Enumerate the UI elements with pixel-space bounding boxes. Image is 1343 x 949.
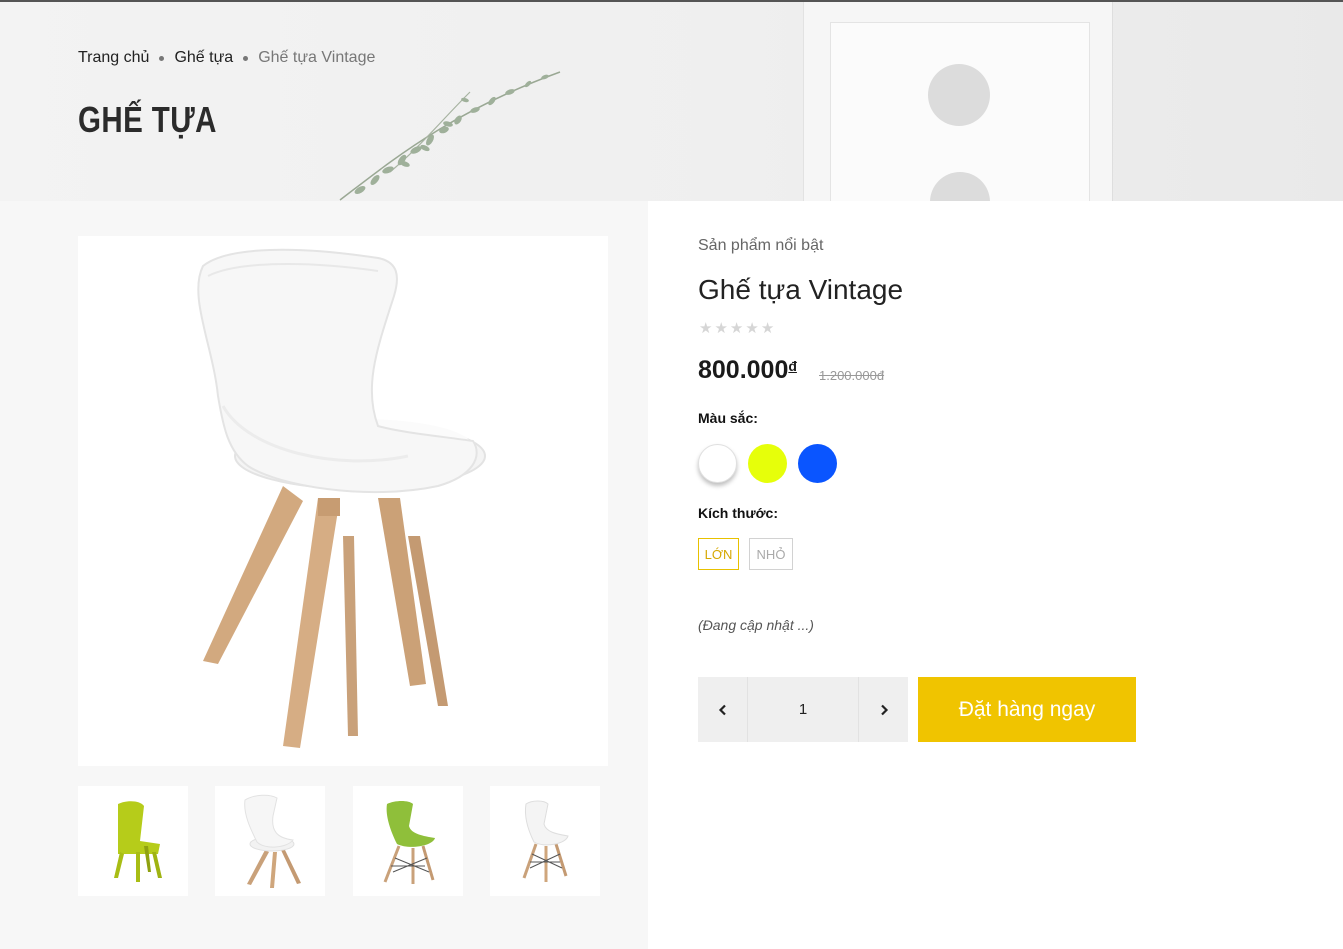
star-icon: ★ [760, 320, 775, 337]
color-swatch-white[interactable] [698, 444, 737, 483]
current-price: 800.000đ [698, 356, 797, 385]
thumbnail-white-chair-wood-legs[interactable] [215, 786, 325, 896]
green-chair-thumbnail [114, 801, 162, 882]
quantity-stepper [698, 677, 908, 742]
chevron-right-icon [880, 704, 888, 715]
page-banner: Trang chủ Ghế tựa Ghế tựa Vintage GHẾ TỰ… [0, 0, 1343, 201]
quantity-input[interactable] [748, 677, 858, 742]
color-swatch-yellow[interactable] [748, 444, 787, 483]
increase-quantity-button[interactable] [858, 677, 908, 742]
size-option-small[interactable]: NHỎ [749, 538, 793, 570]
price-value: 800.000 [698, 356, 789, 384]
color-swatch-blue[interactable] [798, 444, 837, 483]
white-chair-thumbnail [244, 794, 301, 888]
color-label: Màu sắc: [698, 410, 758, 426]
white-eames-thumbnail [522, 800, 569, 882]
star-icon: ★ [714, 320, 728, 337]
breadcrumb-home-link[interactable]: Trang chủ [78, 49, 149, 67]
banner-circle-decoration [928, 64, 990, 126]
breadcrumb: Trang chủ Ghế tựa Ghế tựa Vintage [78, 49, 375, 67]
size-label: Kích thước: [698, 505, 778, 521]
breadcrumb-separator [243, 55, 249, 61]
page-title: GHẾ TỰA [78, 99, 217, 140]
breadcrumb-category-link[interactable]: Ghế tựa [174, 49, 233, 67]
rating-stars: ★ ★ ★ ★ ★ [699, 321, 774, 336]
breadcrumb-current: Ghế tựa Vintage [258, 49, 376, 66]
currency-symbol: đ [788, 358, 797, 374]
white-chair-image [197, 248, 486, 748]
decrease-quantity-button[interactable] [698, 677, 748, 742]
old-price: 1.200.000đ [819, 368, 885, 383]
thumbnail-green-plastic-chair[interactable] [78, 786, 188, 896]
featured-label: Sản phẩm nổi bật [698, 237, 824, 254]
star-icon: ★ [729, 320, 744, 337]
size-option-large[interactable]: LỚN [698, 538, 739, 570]
plant-branch-decoration [339, 71, 561, 201]
thumbnail-white-eames-chair[interactable] [490, 786, 600, 896]
green-eames-thumbnail [383, 801, 435, 884]
star-icon: ★ [699, 320, 713, 337]
product-main-image[interactable] [78, 236, 608, 766]
thumbnail-green-eames-chair[interactable] [353, 786, 463, 896]
order-now-button[interactable]: Đặt hàng ngay [918, 677, 1136, 742]
breadcrumb-separator [159, 55, 165, 61]
chevron-left-icon [718, 704, 726, 715]
star-icon: ★ [745, 320, 759, 337]
product-name: Ghế tựa Vintage [698, 274, 904, 305]
product-description: (Đang cập nhật ...) [698, 617, 814, 633]
